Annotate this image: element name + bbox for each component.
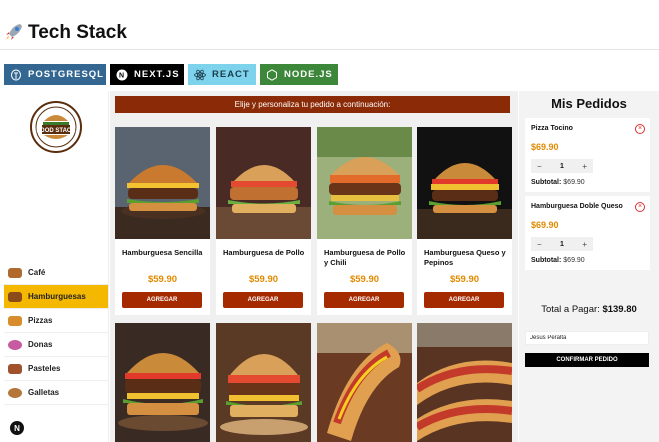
badge-label: POSTGRESQL [28,69,104,80]
category-item-cafe[interactable]: Café [4,261,108,285]
product-price: $59.90 [248,274,279,285]
nextjs-badge[interactable]: N NEXT.JS [110,64,184,85]
product-price: $59.90 [449,274,480,285]
product-card: Hamburguesa de Pollo y Chili $59.90 AGRE… [317,127,412,315]
category-item-galletas[interactable]: Galletas [4,381,108,405]
increment-button[interactable]: + [582,240,587,249]
product-card: Hamburguesa Sencilla $59.90 AGREGAR [115,127,210,315]
total-value: $139.80 [602,304,637,315]
product-card [216,323,311,442]
burger-image [115,127,210,239]
category-label: Pizzas [28,316,53,325]
customer-name-input[interactable] [525,331,649,345]
app-title: Tech Stack [28,22,127,43]
hotdog-image [317,323,412,442]
postgresql-badge[interactable]: POSTGRESQL [4,64,106,85]
order-total: Total a Pagar: $139.80 [519,304,659,315]
subtotal-label: Subtotal: [531,257,562,264]
quantity-value: 1 [560,240,564,248]
quantity-stepper: − 1 + [531,159,593,173]
burger-image [216,127,311,239]
product-price: $59.90 [147,274,178,285]
subtotal-value: $69.90 [563,179,585,186]
cake-icon [8,363,22,374]
order-item: Pizza Tocino × $69.90 − 1 + Subtotal: $6… [525,118,650,192]
svg-text:N: N [119,72,125,79]
category-label: Pasteles [28,364,61,373]
product-grid-area: Elije y personaliza tu pedido a continua… [110,91,518,442]
add-to-order-button[interactable]: AGREGAR [424,292,504,308]
nodejs-icon [266,68,278,82]
order-subtotal: Subtotal: $69.90 [531,179,585,186]
category-label: Galletas [28,388,60,397]
category-label: Café [28,268,46,277]
category-item-pasteles[interactable]: Pasteles [4,357,108,381]
category-item-hamburguesas[interactable]: Hamburguesas [4,285,108,309]
product-name: Hamburguesa Sencilla [122,248,203,257]
burger-image [115,323,210,442]
food-stack-logo: FOOD STACK [30,101,82,153]
badge-label: REACT [212,69,250,80]
product-card [317,323,412,442]
remove-item-icon[interactable]: × [635,124,645,134]
order-item: Hamburguesa Doble Queso × $69.90 − 1 + S… [525,196,650,270]
product-card [115,323,210,442]
app-header: Tech Stack [0,0,659,50]
category-label: Hamburguesas [28,292,86,301]
order-subtotal: Subtotal: $69.90 [531,257,585,264]
rocket-icon [6,24,22,40]
burger-image [216,323,311,442]
add-to-order-button[interactable]: AGREGAR [122,292,202,308]
coffee-icon [8,267,22,278]
badge-label: NODE.JS [284,69,333,80]
burger-image [317,127,412,239]
order-item-price: $69.90 [531,220,559,230]
confirm-order-button[interactable]: CONFIRMAR PEDIDO [525,353,649,367]
decrement-button[interactable]: − [537,240,542,249]
subtotal-value: $69.90 [563,257,585,264]
order-item-name: Hamburguesa Doble Queso [531,203,623,210]
quantity-stepper: − 1 + [531,237,593,251]
instructions-banner: Elije y personaliza tu pedido a continua… [115,96,510,113]
product-name: Hamburguesa de Pollo [223,248,305,257]
order-item-price: $69.90 [531,142,559,152]
badge-label: NEXT.JS [134,69,180,80]
category-item-donas[interactable]: Donas [4,333,108,357]
increment-button[interactable]: + [582,162,587,171]
product-card: Hamburguesa Queso y Pepinos $59.90 AGREG… [417,127,512,315]
nodejs-badge[interactable]: NODE.JS [260,64,338,85]
order-item-name: Pizza Tocino [531,125,573,132]
product-card: Hamburguesa de Pollo $59.90 AGREGAR [216,127,311,315]
hotdog-image [417,323,512,442]
nextjs-dev-indicator[interactable]: N [10,421,24,435]
category-item-pizzas[interactable]: Pizzas [4,309,108,333]
product-name: Hamburguesa de Pollo y Chili [324,248,406,267]
burger-image [417,127,512,239]
product-price: $59.90 [349,274,380,285]
svg-text:FOOD STACK: FOOD STACK [36,128,76,134]
pizza-icon [8,315,22,326]
nextjs-icon: N [116,68,128,82]
product-card [417,323,512,442]
postgresql-icon [10,68,22,82]
orders-panel: Mis Pedidos Pizza Tocino × $69.90 − 1 + … [519,91,659,442]
burger-icon [8,291,22,302]
tech-badges: POSTGRESQL N NEXT.JS REACT NODE.JS [4,64,338,85]
remove-item-icon[interactable]: × [635,202,645,212]
react-icon [194,68,206,82]
decrement-button[interactable]: − [537,162,542,171]
category-sidebar: FOOD STACK Café Hamburguesas Pizzas Dona… [0,91,109,442]
orders-title: Mis Pedidos [551,96,627,111]
add-to-order-button[interactable]: AGREGAR [223,292,303,308]
donut-icon [8,339,22,350]
category-label: Donas [28,340,53,349]
subtotal-label: Subtotal: [531,179,562,186]
quantity-value: 1 [560,162,564,170]
total-label: Total a Pagar: [541,304,600,315]
add-to-order-button[interactable]: AGREGAR [324,292,404,308]
category-list: Café Hamburguesas Pizzas Donas Pasteles … [4,261,108,405]
react-badge[interactable]: REACT [188,64,256,85]
cookie-icon [8,387,22,398]
product-name: Hamburguesa Queso y Pepinos [424,248,506,267]
